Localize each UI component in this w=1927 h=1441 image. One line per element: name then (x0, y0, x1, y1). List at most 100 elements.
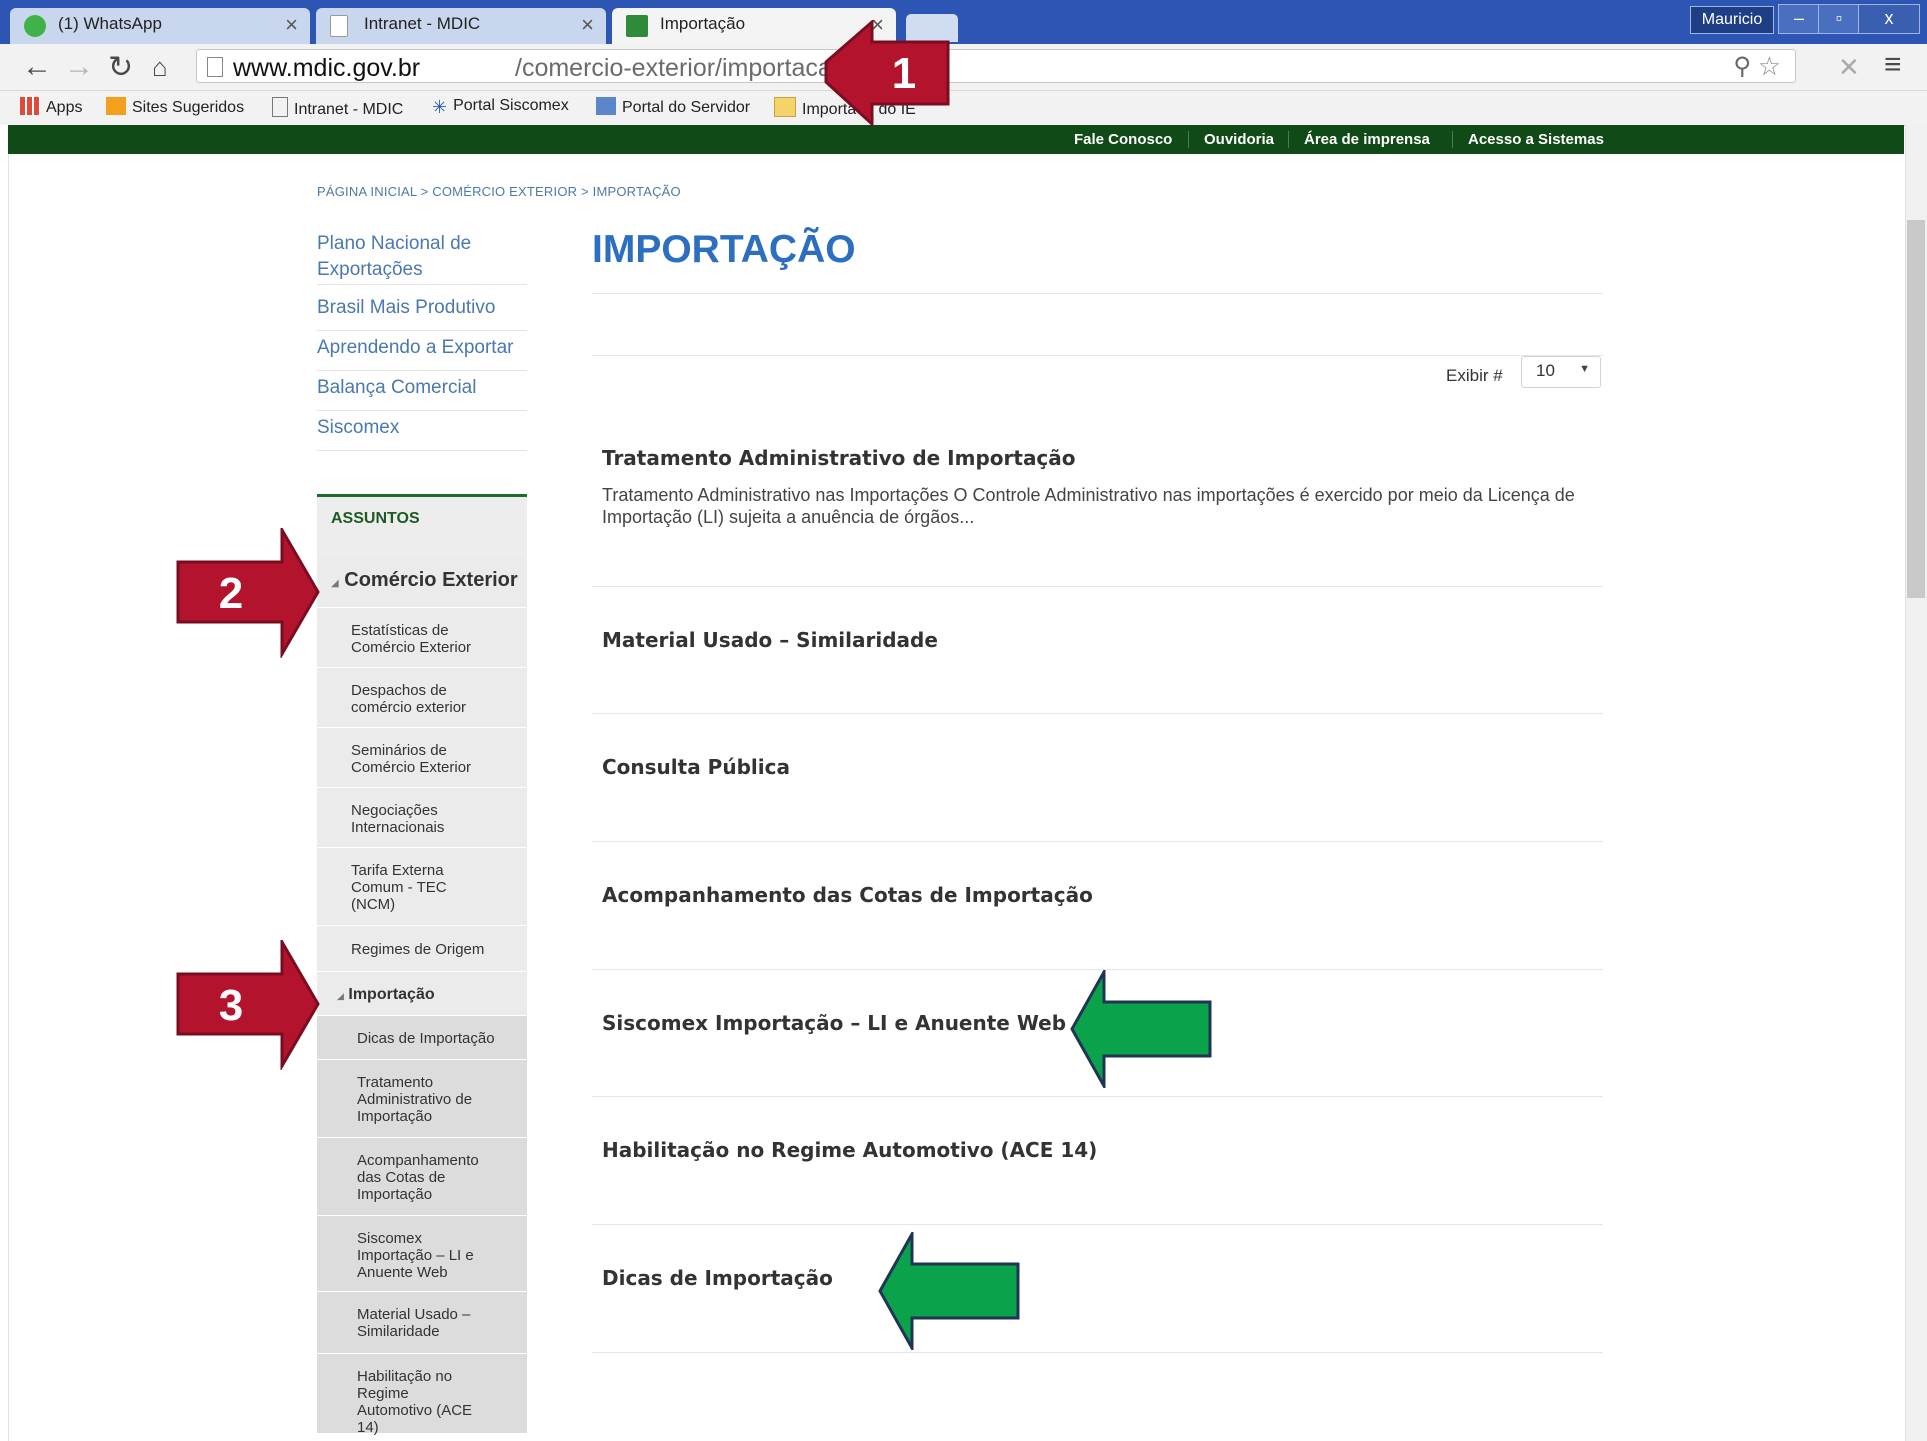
maximize-icon[interactable]: ▫ (1818, 4, 1860, 34)
reload-icon[interactable]: ↻ (108, 50, 133, 85)
tab-label: (1) WhatsApp (58, 14, 162, 33)
article-description: Tratamento Administrativo nas Importaçõe… (602, 485, 1575, 527)
submenu-habilitacao[interactable]: Habilitação no Regime Automotivo (ACE 14… (317, 1354, 527, 1436)
bookmark-label: Apps (46, 99, 83, 116)
whatsapp-icon (24, 15, 46, 37)
sidebar-link-brasil-mais[interactable]: Brasil Mais Produtivo (317, 295, 527, 331)
chevron-down-icon: ▼ (1579, 363, 1590, 375)
link-fale-conosco[interactable]: Fale Conosco (1074, 131, 1172, 148)
callout-number-2: 2 (218, 569, 244, 618)
page-icon (272, 97, 288, 117)
menu-item-negociacoes[interactable]: Negociações Internacionais (317, 788, 527, 848)
address-bar[interactable]: www.mdic.gov.br /comercio-exterior/impor… (196, 49, 1796, 83)
divider (592, 713, 1603, 714)
green-arrow-dicas (878, 1232, 1020, 1350)
browser-tab-strip: (1) WhatsApp × Intranet - MDIC × Importa… (0, 0, 1927, 44)
tab-intranet[interactable]: Intranet - MDIC × (316, 8, 606, 44)
url-path: /comercio-exterior/importacao (515, 54, 846, 82)
submenu-dicas[interactable]: Dicas de Importação (317, 1016, 527, 1060)
divider (592, 841, 1603, 842)
exibir-select[interactable]: 10 ▼ (1521, 356, 1601, 388)
submenu-tratamento[interactable]: Tratamento Administrativo de Importação (317, 1060, 527, 1138)
tab-label: Importação (660, 14, 746, 33)
bookmark-apps[interactable]: Apps (20, 97, 82, 117)
bookmark-label: Sites Sugeridos (132, 99, 245, 116)
link-acesso-sistemas[interactable]: Acesso a Sistemas (1468, 131, 1604, 148)
expand-triangle-icon: ◢ (337, 991, 344, 1001)
extension-icon[interactable]: ✕ (1838, 52, 1860, 83)
forward-icon[interactable]: → (64, 50, 94, 84)
menu-icon[interactable]: ≡ (1884, 48, 1902, 82)
sidebar-link-siscomex[interactable]: Siscomex (317, 415, 527, 451)
article-title[interactable]: Acompanhamento das Cotas de Importação (602, 883, 1093, 907)
menu-item-tarifa[interactable]: Tarifa Externa Comum - TEC (NCM) (317, 848, 527, 926)
bookmark-sites-sugeridos[interactable]: Sites Sugeridos (106, 97, 244, 117)
bookmark-star-icon[interactable]: ☆ (1758, 51, 1781, 82)
sidebar-link-aprendendo[interactable]: Aprendendo a Exportar (317, 335, 527, 371)
menu-comercio-exterior[interactable]: ◢ Comércio Exterior (317, 558, 527, 608)
divider (592, 1224, 1603, 1225)
menu-importacao[interactable]: ◢ Importação (317, 972, 527, 1016)
menu-section-label: Comércio Exterior (344, 569, 518, 591)
divider (592, 355, 1603, 356)
home-icon[interactable]: ⌂ (152, 52, 168, 83)
callout-number-3: 3 (218, 981, 244, 1030)
submenu-material-usado[interactable]: Material Usado – Similaridade (317, 1292, 527, 1354)
expand-triangle-icon: ◢ (331, 578, 339, 589)
menu-item-seminarios[interactable]: Seminários de Comércio Exterior (317, 728, 527, 788)
green-arrow-siscomex (1070, 970, 1212, 1088)
submenu-siscomex[interactable]: Siscomex Importação – LI e Anuente Web (317, 1216, 527, 1292)
site-favicon-icon (626, 15, 648, 37)
portal-icon (596, 97, 616, 115)
menu-item-regimes[interactable]: Regimes de Origem (317, 926, 527, 972)
apps-icon (20, 97, 40, 115)
tab-label: Intranet - MDIC (364, 14, 481, 33)
scrollbar-thumb[interactable] (1907, 220, 1925, 598)
article-title[interactable]: Consulta Pública (602, 755, 790, 779)
close-icon[interactable]: × (581, 12, 594, 38)
close-icon[interactable]: × (285, 12, 298, 38)
folder-icon (774, 97, 796, 117)
article-title[interactable]: Tratamento Administrativo de Importação (602, 446, 1076, 470)
breadcrumb[interactable]: PÁGINA INICIAL > COMÉRCIO EXTERIOR > IMP… (317, 184, 681, 199)
submenu-acompanhamento[interactable]: Acompanhamento das Cotas de Importação (317, 1138, 527, 1216)
url-host: www.mdic.gov.br (233, 54, 421, 82)
profile-button[interactable]: Mauricio (1690, 6, 1774, 34)
assuntos-heading: ASSUNTOS (331, 510, 420, 527)
bookmark-label: Portal do Servidor (622, 99, 751, 116)
exibir-value: 10 (1536, 361, 1555, 380)
bookmarks-bar: Apps Sites Sugeridos Intranet - MDIC ✳ Po… (0, 91, 1927, 126)
menu-item-estatisticas[interactable]: Estatísticas de Comércio Exterior (317, 608, 527, 668)
exibir-label: Exibir # (1446, 366, 1503, 385)
callout-number-1: 1 (891, 49, 917, 98)
bookmark-label: Portal Siscomex (453, 97, 569, 114)
link-ouvidoria[interactable]: Ouvidoria (1204, 131, 1274, 148)
tab-whatsapp[interactable]: (1) WhatsApp × (10, 8, 310, 44)
article-title[interactable]: Siscomex Importação – LI e Anuente Web (602, 1011, 1066, 1035)
divider (592, 293, 1603, 294)
page-left-edge (0, 125, 9, 1441)
divider (592, 1096, 1603, 1097)
page-title: IMPORTAÇÃO (592, 228, 856, 271)
menu-item-despachos[interactable]: Despachos de comércio exterior (317, 668, 527, 728)
zoom-icon[interactable]: ⚲ (1733, 52, 1751, 81)
sidebar-link-plano-nacional[interactable]: Plano Nacional de Exportações (317, 231, 527, 285)
bookmark-portal-siscomex[interactable]: ✳ Portal Siscomex (432, 97, 569, 117)
separator (1288, 131, 1289, 148)
sidebar-link-balanca[interactable]: Balança Comercial (317, 375, 527, 411)
bookmark-portal-servidor[interactable]: Portal do Servidor (596, 97, 750, 117)
article-title[interactable]: Habilitação no Regime Automotivo (ACE 14… (602, 1138, 1097, 1162)
menu-section-label: Importação (348, 986, 435, 1003)
divider (592, 1352, 1603, 1353)
window-close-icon[interactable]: x (1858, 4, 1920, 34)
article-title[interactable]: Material Usado – Similaridade (602, 628, 938, 652)
page-icon (330, 15, 348, 37)
link-area-imprensa[interactable]: Área de imprensa (1304, 131, 1430, 148)
separator (1452, 131, 1453, 148)
asterisk-icon: ✳ (432, 97, 448, 117)
minimize-icon[interactable]: – (1778, 4, 1820, 34)
page-icon (207, 57, 223, 77)
article-title[interactable]: Dicas de Importação (602, 1266, 833, 1290)
bookmark-intranet[interactable]: Intranet - MDIC (272, 97, 403, 119)
back-icon[interactable]: ← (22, 50, 52, 84)
